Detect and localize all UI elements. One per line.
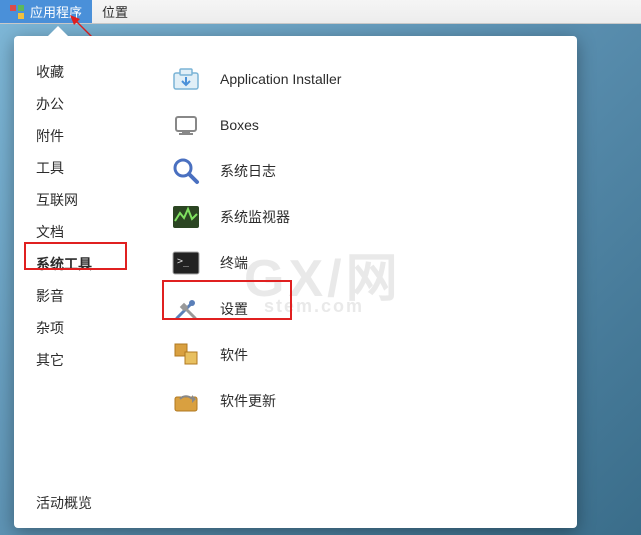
app-label: 系统日志 [220, 161, 276, 181]
sidebar-item-label: 系统工具 [36, 254, 92, 274]
sidebar-item-tools[interactable]: 工具 [36, 152, 160, 184]
app-software[interactable]: 软件 [170, 332, 577, 378]
app-label: 软件 [220, 345, 248, 365]
menu-applications[interactable]: 应用程序 [0, 0, 92, 23]
sidebar-item-label: 办公 [36, 94, 64, 114]
software-icon [170, 339, 202, 371]
applications-menu-popup: GX/网 stem.com 收藏 办公 附件 工具 互联网 文档 系统工具 影音… [14, 36, 577, 528]
sidebar-item-label: 其它 [36, 350, 64, 370]
sidebar-item-sound-video[interactable]: 影音 [36, 280, 160, 312]
app-boxes[interactable]: Boxes [170, 102, 577, 148]
app-list: Application Installer Boxes 系统日志 系统监视器 [160, 56, 577, 478]
app-installer-icon [170, 63, 202, 95]
svg-text:>_: >_ [177, 256, 190, 267]
sidebar-item-accessories[interactable]: 附件 [36, 120, 160, 152]
app-software-update[interactable]: 软件更新 [170, 378, 577, 424]
sidebar-item-system-tools[interactable]: 系统工具 [36, 248, 160, 280]
software-update-icon [170, 385, 202, 417]
sidebar-item-label: 文档 [36, 222, 64, 242]
menu-places[interactable]: 位置 [92, 0, 138, 23]
sidebar-item-documents[interactable]: 文档 [36, 216, 160, 248]
app-label: 设置 [220, 299, 248, 319]
app-label: 软件更新 [220, 391, 276, 411]
sidebar-item-label: 工具 [36, 158, 64, 178]
sidebar-item-label: 互联网 [36, 190, 78, 210]
sidebar-item-internet[interactable]: 互联网 [36, 184, 160, 216]
sidebar-item-misc[interactable]: 杂项 [36, 312, 160, 344]
activity-overview-label: 活动概览 [36, 493, 92, 513]
sidebar-item-other[interactable]: 其它 [36, 344, 160, 376]
menu-applications-label: 应用程序 [30, 2, 82, 21]
sidebar-item-label: 收藏 [36, 62, 64, 82]
category-list: 收藏 办公 附件 工具 互联网 文档 系统工具 影音 杂项 其它 [14, 56, 160, 478]
activity-overview[interactable]: 活动概览 [14, 478, 577, 528]
sidebar-item-label: 影音 [36, 286, 64, 306]
sidebar-item-label: 杂项 [36, 318, 64, 338]
app-label: 系统监视器 [220, 207, 290, 227]
boxes-icon [170, 109, 202, 141]
sidebar-item-label: 附件 [36, 126, 64, 146]
app-label: Application Installer [220, 71, 341, 87]
settings-icon [170, 293, 202, 325]
app-terminal[interactable]: >_ 终端 [170, 240, 577, 286]
menu-columns: 收藏 办公 附件 工具 互联网 文档 系统工具 影音 杂项 其它 Applica… [14, 36, 577, 478]
app-label: 终端 [220, 253, 248, 273]
app-system-logs[interactable]: 系统日志 [170, 148, 577, 194]
top-menu-bar: 应用程序 位置 [0, 0, 641, 24]
app-settings[interactable]: 设置 [170, 286, 577, 332]
menu-places-label: 位置 [102, 2, 128, 21]
terminal-icon: >_ [170, 247, 202, 279]
system-logo-icon [10, 5, 24, 19]
sidebar-item-office[interactable]: 办公 [36, 88, 160, 120]
sidebar-item-favorites[interactable]: 收藏 [36, 56, 160, 88]
app-system-monitor[interactable]: 系统监视器 [170, 194, 577, 240]
logs-icon [170, 155, 202, 187]
app-label: Boxes [220, 117, 259, 133]
app-application-installer[interactable]: Application Installer [170, 56, 577, 102]
monitor-icon [170, 201, 202, 233]
